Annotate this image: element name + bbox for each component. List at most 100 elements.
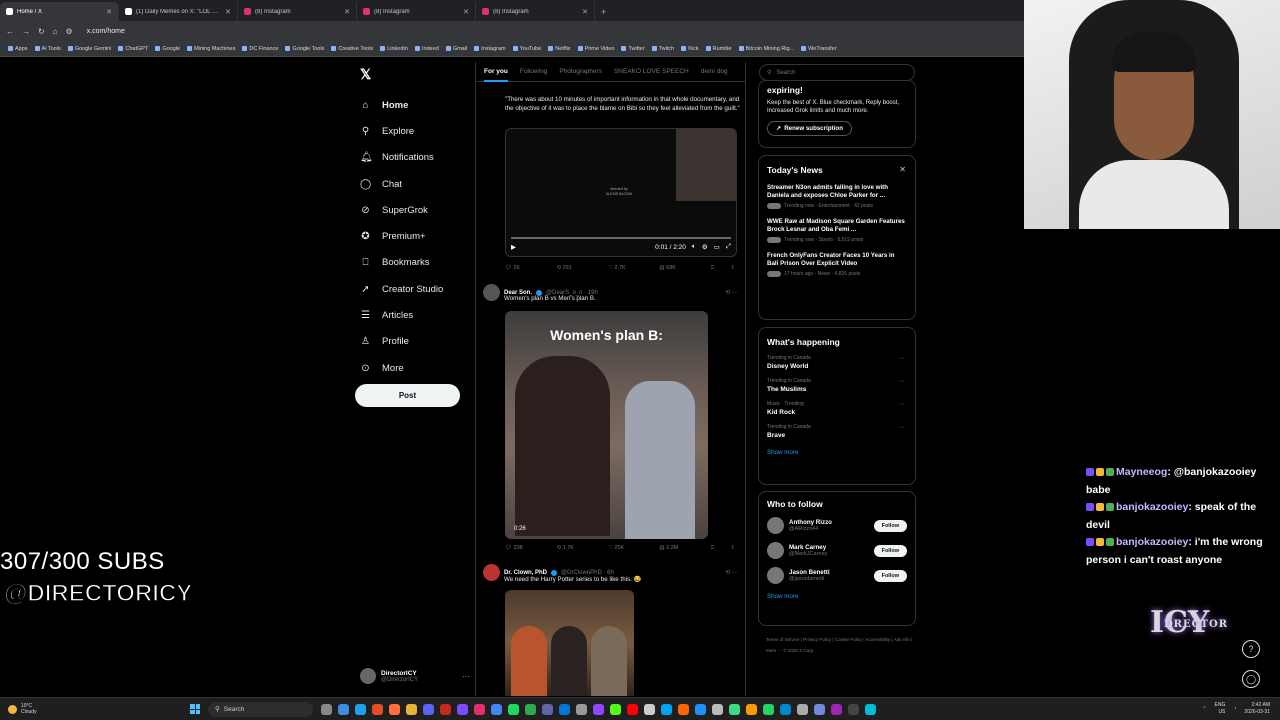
taskbar-app-icon[interactable] [389, 703, 400, 715]
taskbar-app-icon[interactable] [491, 703, 502, 715]
close-icon[interactable]: ✕ [463, 8, 469, 16]
taskbar-app-icon[interactable] [559, 703, 570, 715]
follow-suggestion[interactable]: Mark Carney @MarkJCarney Follow [767, 542, 907, 559]
volume-icon[interactable]: 🔈︎ [692, 243, 696, 251]
sidebar-item-profile[interactable]: ♙ Profile [360, 329, 470, 355]
taskbar-app-icon[interactable] [321, 703, 332, 715]
taskbar-app-icon[interactable] [627, 703, 638, 715]
like-count[interactable]: ♡ 25K [608, 545, 659, 552]
taskbar-app-icon[interactable] [372, 703, 383, 715]
bookmark-item[interactable]: Mining Machines [187, 46, 235, 52]
settings-icon[interactable]: ⚙ [702, 243, 708, 251]
post[interactable]: Dear Son. @DearS_o_n · 19h ⟲ ··· Women's… [483, 284, 738, 302]
url-field[interactable]: x.com/home [87, 28, 125, 35]
taskbar-app-icon[interactable] [355, 703, 366, 715]
wifi-icon[interactable]: ◔ [1233, 706, 1236, 712]
taskbar-app-icon[interactable] [406, 703, 417, 715]
pip-icon[interactable]: ▭ [714, 243, 720, 251]
post[interactable]: Dr. Clown, PhD @DrClownPhD · 6h ⟲ ··· We… [483, 564, 738, 583]
taskbar-app-icon[interactable] [780, 703, 791, 715]
bookmark-item[interactable]: Netflix [548, 46, 571, 52]
bookmark-icon[interactable]: ⎕ [711, 545, 730, 552]
more-dots-icon[interactable]: ··· [898, 355, 905, 362]
bookmark-item[interactable]: Instagram [474, 46, 506, 52]
follow-button[interactable]: Follow [873, 519, 907, 532]
avatar[interactable] [767, 517, 784, 534]
reload-icon[interactable]: ↻ [38, 27, 45, 36]
new-tab-button[interactable]: + [595, 2, 612, 21]
tab-photographers[interactable]: Photographers [559, 68, 602, 75]
taskbar-app-icon[interactable] [508, 703, 519, 715]
bookmark-item[interactable]: Apps [8, 46, 28, 52]
more-dots-icon[interactable]: ··· [898, 424, 905, 431]
sidebar-item-explore[interactable]: ⚲ Explore [360, 118, 470, 144]
back-icon[interactable]: ← [6, 27, 14, 36]
language-indicator[interactable]: ENG US [1215, 702, 1226, 716]
chat-bubble-icon[interactable]: ◯ [1242, 670, 1260, 688]
more-dots-icon[interactable]: ··· [462, 672, 470, 681]
trend-item[interactable]: Music · Trending Kid Rock ··· [767, 401, 907, 416]
bookmark-item[interactable]: Twitch [651, 46, 674, 52]
taskbar-app-icon[interactable] [474, 703, 485, 715]
taskbar-app-icon[interactable] [338, 703, 349, 715]
more-dots-icon[interactable]: ⟲ ··· [725, 289, 738, 296]
repost-count[interactable]: ⟲ 1.7K [556, 545, 607, 552]
bookmark-item[interactable]: Indeed [414, 46, 439, 52]
taskbar-app-icon[interactable] [593, 703, 604, 715]
taskbar-app-icon[interactable] [440, 703, 451, 715]
taskbar-app-icon[interactable] [661, 703, 672, 715]
news-item[interactable]: WWE Raw at Madison Square Garden Feature… [767, 218, 907, 243]
taskbar-search[interactable]: ⚲ Search [208, 701, 313, 717]
bookmark-item[interactable]: Google Gemini [67, 46, 111, 52]
bookmark-item[interactable]: Ai Tools [34, 46, 61, 52]
reply-count[interactable]: 💬︎ 238 [505, 545, 556, 552]
browser-tab[interactable]: Home / X ✕ [0, 2, 119, 21]
taskbar-app-icon[interactable] [797, 703, 808, 715]
browser-tab[interactable]: (8) Instagram ✕ [476, 2, 595, 21]
sidebar-item-premium-[interactable]: ✪ Premium+ [360, 223, 470, 249]
more-dots-icon[interactable]: ··· [898, 401, 905, 408]
news-item[interactable]: Streamer N3on admits falling in love wit… [767, 184, 907, 209]
bookmark-item[interactable]: Google [155, 46, 180, 52]
views-count[interactable]: ▥ 68K [659, 265, 710, 272]
taskbar-app-icon[interactable] [644, 703, 655, 715]
taskbar-app-icon[interactable] [610, 703, 621, 715]
trend-item[interactable]: Trending in Canada Disney World ··· [767, 355, 907, 370]
footer-links[interactable]: Terms of Service | Privacy Policy | Cook… [766, 634, 916, 656]
sidebar-item-articles[interactable]: ☰ Articles [360, 302, 470, 328]
bookmark-icon[interactable]: ⎕ [711, 265, 730, 272]
bookmark-item[interactable]: Rumble [705, 46, 732, 52]
home-page-icon[interactable]: ⌂ [53, 27, 58, 36]
sidebar-item-more[interactable]: ⊙ More [360, 355, 470, 381]
bookmark-item[interactable]: LinkedIn [380, 46, 408, 52]
repost-count[interactable]: ⟲ 291 [556, 265, 607, 272]
taskbar-app-icon[interactable] [814, 703, 825, 715]
taskbar-app-icon[interactable] [831, 703, 842, 715]
close-icon[interactable]: ✕ [899, 165, 906, 174]
bookmark-item[interactable]: Prime Video [577, 46, 614, 52]
account-switcher[interactable]: DirectorICY @DirectorICY ··· [360, 664, 470, 688]
post-button[interactable]: Post [355, 384, 460, 407]
sidebar-item-creator-studio[interactable]: ➚ Creator Studio [360, 276, 470, 302]
sidebar-item-home[interactable]: ⌂ Home [360, 92, 470, 118]
reply-count[interactable]: 💬︎ 26 [505, 265, 556, 272]
bookmark-item[interactable]: YouTube [512, 46, 541, 52]
taskbar-app-icon[interactable] [678, 703, 689, 715]
video-progress-bar[interactable] [511, 237, 731, 239]
more-dots-icon[interactable]: ⟲ ··· [725, 569, 738, 576]
sidebar-item-bookmarks[interactable]: ⎕ Bookmarks [360, 250, 470, 276]
bookmark-item[interactable]: Kick [681, 46, 699, 52]
like-count[interactable]: ♡ 2.7K [608, 265, 659, 272]
weather-widget[interactable]: 10°C Cloudy [0, 703, 190, 715]
taskbar-app-icon[interactable] [525, 703, 536, 715]
forward-icon[interactable]: → [22, 27, 30, 36]
site-info-icon[interactable]: ⚙ [66, 27, 73, 36]
tab-sneako-love-speech[interactable]: SNEAKO LOVE SPEECH [614, 68, 689, 75]
follow-suggestion[interactable]: Jason Benetti @jasonbenetti Follow [767, 567, 907, 584]
tab-demi-dog[interactable]: demi dog [701, 68, 728, 75]
taskbar-app-icon[interactable] [729, 703, 740, 715]
close-icon[interactable]: ✕ [106, 8, 112, 16]
taskbar-app-icon[interactable] [576, 703, 587, 715]
bookmark-item[interactable]: Creative Tools [331, 46, 373, 52]
avatar[interactable] [483, 284, 500, 301]
